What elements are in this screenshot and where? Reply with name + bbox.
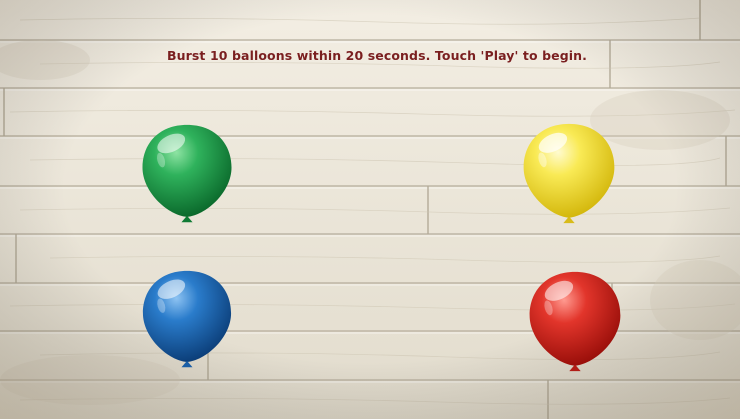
green-balloon-icon (142, 124, 232, 223)
yellow-balloon[interactable] (520, 122, 618, 226)
green-balloon[interactable] (140, 123, 234, 225)
instruction-text: Burst 10 balloons within 20 seconds. Tou… (167, 48, 587, 63)
red-balloon-icon (529, 271, 621, 372)
yellow-balloon-icon (523, 123, 615, 224)
game-stage: Burst 10 balloons within 20 seconds. Tou… (0, 0, 740, 419)
red-balloon[interactable] (520, 270, 630, 374)
blue-balloon-icon (142, 270, 232, 368)
blue-balloon[interactable] (137, 269, 237, 370)
